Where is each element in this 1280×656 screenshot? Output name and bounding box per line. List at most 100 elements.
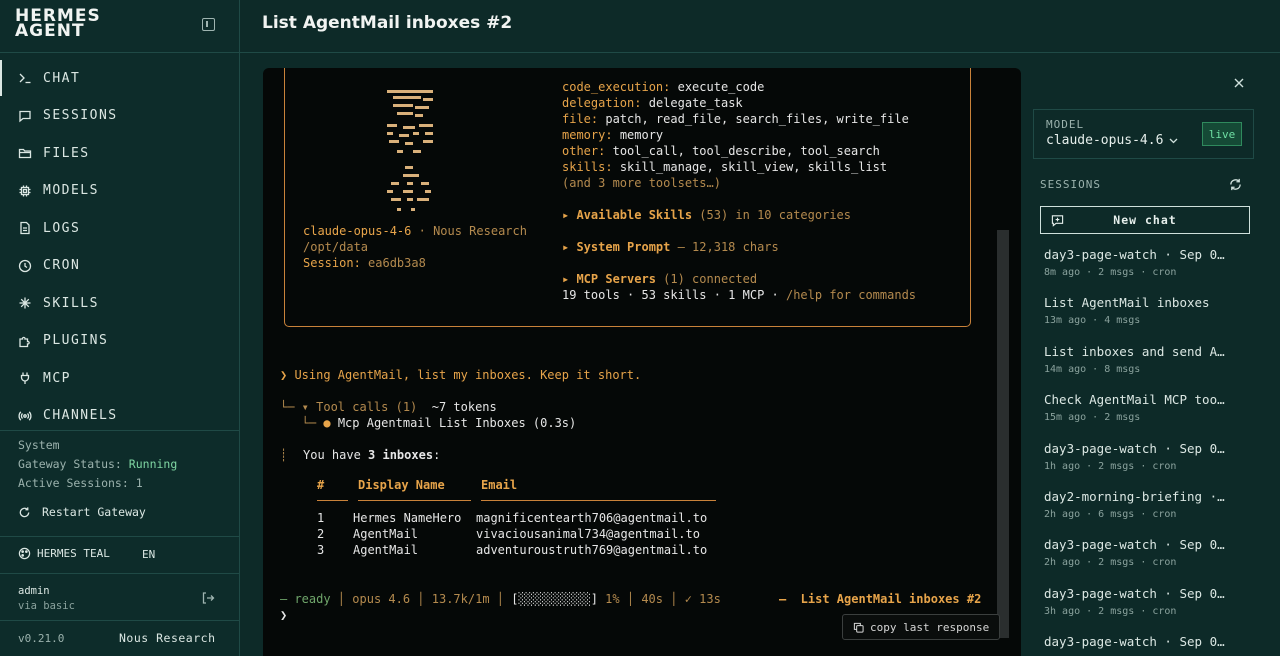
- nav-item-mcp[interactable]: MCP: [0, 360, 239, 396]
- user-prompt: ❯ Using AgentMail, list my inboxes. Keep…: [280, 368, 642, 382]
- refresh-icon[interactable]: [1229, 178, 1242, 191]
- table-cell: 1: [317, 511, 325, 525]
- tool-item-time: (0.3s): [525, 416, 577, 430]
- session-meta: 15m ago · 2 msgs: [1044, 412, 1141, 424]
- terminal-icon: [19, 73, 31, 84]
- toolset-line: code_execution: execute_code: [562, 79, 764, 95]
- prompt-heading: ▸ System Prompt: [562, 240, 671, 254]
- brand-line2: AGENT: [15, 21, 85, 41]
- new-chat-label: New chat: [1113, 213, 1177, 227]
- session-title: day3-page-watch · Sep 0…: [1044, 634, 1225, 650]
- session-meta: 2h ago · 2 msgs · cron: [1044, 557, 1177, 569]
- session-item[interactable]: day3-page-watch · Sep 0…: [1044, 634, 1244, 653]
- close-icon[interactable]: [1233, 77, 1245, 89]
- skills-heading: ▸ Available Skills: [562, 208, 693, 222]
- input-cursor[interactable]: ❯: [280, 607, 287, 623]
- nav-item-plugins[interactable]: PLUGINS: [0, 323, 239, 359]
- model-selector[interactable]: MODEL claude-opus-4.6 live: [1033, 109, 1254, 159]
- toolset-value: execute_code: [677, 80, 765, 94]
- session-item[interactable]: day2-morning-briefing ·… 2h ago · 6 msgs …: [1044, 489, 1244, 521]
- sessions-label: SESSIONS: [1040, 178, 1101, 191]
- copy-last-response-button[interactable]: copy last response: [842, 614, 1000, 640]
- help-hint: /help for commands: [785, 288, 917, 302]
- active-sessions: Active Sessions: 1: [18, 474, 177, 493]
- new-chat-button[interactable]: New chat: [1040, 206, 1250, 234]
- session-item[interactable]: List AgentMail inboxes 13m ago · 4 msgs: [1044, 295, 1244, 327]
- status-tokens: 13.7k/1m: [431, 592, 490, 606]
- scrollbar[interactable]: [997, 230, 1009, 638]
- session-item[interactable]: Check AgentMail MCP too… 15m ago · 2 msgs: [1044, 392, 1244, 424]
- table-cell: 3: [317, 543, 325, 557]
- model-value: claude-opus-4.6: [1046, 133, 1164, 148]
- table-header-cell: Display Name: [353, 478, 481, 501]
- session-label: Session:: [303, 256, 361, 270]
- session-line: Session: ea6db3a8: [303, 255, 426, 271]
- logout-icon[interactable]: [201, 591, 215, 605]
- session-item[interactable]: List inboxes and send A… 14m ago · 8 msgs: [1044, 344, 1244, 376]
- nav-item-cron[interactable]: CRON: [0, 248, 239, 284]
- tool-calls-prefix: └─ ▾: [280, 400, 317, 414]
- gateway-status-value: Running: [128, 457, 178, 471]
- session-meta: 1h ago · 2 msgs · cron: [1044, 460, 1177, 472]
- nav-item-chat[interactable]: CHAT: [0, 60, 239, 96]
- message-square-icon: [19, 110, 31, 122]
- session-item[interactable]: day3-page-watch · Sep 0… 8m ago · 2 msgs …: [1044, 247, 1244, 279]
- user-info: admin via basic: [18, 584, 75, 614]
- session-title: List AgentMail inboxes: [1044, 295, 1210, 311]
- language-switcher[interactable]: EN: [142, 548, 155, 561]
- sparkle-icon: [19, 297, 31, 309]
- copy-icon: [853, 622, 864, 633]
- table-header-cell: #: [317, 478, 358, 501]
- session-title: List inboxes and send A…: [1044, 343, 1225, 359]
- theme-switcher[interactable]: HERMES TEAL: [18, 547, 110, 560]
- status-progress-pct: 1%: [605, 592, 620, 606]
- nav-item-label: CHAT: [43, 70, 81, 86]
- reply-bar: ┊: [280, 448, 288, 462]
- collapse-sidebar-icon[interactable]: [202, 18, 215, 31]
- nav-item-label: SKILLS: [43, 295, 99, 311]
- mcp-detail: (1) connected: [655, 272, 758, 286]
- sidebar: HERMES AGENT CHAT SESSIONS FILES MODELS LOGS…: [0, 0, 240, 656]
- summary-line: 19 tools · 53 skills · 1 MCP · /help for…: [562, 287, 916, 303]
- version: v0.21.0: [18, 632, 65, 645]
- skills-line: ▸ Available Skills (53) in 10 categories: [562, 207, 851, 223]
- chat-terminal[interactable]: claude-opus-4-6 · Nous Research /opt/dat…: [263, 68, 1021, 656]
- session-item[interactable]: day3-page-watch · Sep 0… 3h ago · 2 msgs …: [1044, 586, 1244, 618]
- session-item[interactable]: day3-page-watch · Sep 0… 2h ago · 2 msgs …: [1044, 537, 1244, 569]
- nav-item-label: CRON: [43, 258, 81, 273]
- restart-gateway-label: Restart Gateway: [42, 505, 146, 519]
- session-title: Check AgentMail MCP too…: [1044, 392, 1225, 408]
- nav-item-skills[interactable]: SKILLS: [0, 285, 239, 321]
- tool-calls-line[interactable]: └─ ▾ Tool calls (1) ~7 tokens: [280, 399, 497, 415]
- restart-gateway-button[interactable]: Restart Gateway: [18, 505, 146, 519]
- nav-item-files[interactable]: FILES: [0, 135, 239, 171]
- status-model: opus 4.6: [352, 592, 411, 606]
- reply-pre: You have: [303, 448, 369, 462]
- nav-item-logs[interactable]: LOGS: [0, 210, 239, 246]
- live-badge: live: [1202, 122, 1242, 146]
- nav-item-label: SESSIONS: [43, 108, 118, 123]
- table-header-label: #: [317, 478, 325, 492]
- toolset-key: file:: [562, 112, 599, 126]
- nav-item-channels[interactable]: CHANNELS: [0, 398, 239, 434]
- session-meta: 8m ago · 2 msgs · cron: [1044, 267, 1177, 278]
- toolset-line: other: tool_call, tool_describe, tool_se…: [562, 143, 880, 159]
- chevron-down-icon: [1169, 138, 1178, 144]
- brand-logo: HERMES AGENT: [15, 8, 101, 41]
- nav-item-label: MODELS: [43, 183, 99, 198]
- nav-item-models[interactable]: MODELS: [0, 173, 239, 209]
- header-divider: [240, 52, 1280, 53]
- reply-bold: 3 inboxes: [368, 448, 434, 462]
- session-item[interactable]: day3-page-watch · Sep 0… 1h ago · 2 msgs …: [1044, 441, 1244, 473]
- table-cell: magnificentearth706@agentmail.to: [476, 511, 708, 525]
- mcp-line: ▸ MCP Servers (1) connected: [562, 271, 757, 287]
- toolset-value: memory: [619, 128, 664, 142]
- nav-item-sessions[interactable]: SESSIONS: [0, 98, 239, 134]
- status-check: ✓ 13s: [684, 592, 721, 606]
- file-text-icon: [20, 221, 30, 235]
- table-cell: 2: [317, 527, 325, 541]
- model-vendor: Nous Research: [433, 224, 527, 238]
- table-spacer: [317, 500, 716, 510]
- toolset-key: other:: [562, 144, 606, 158]
- clock-icon: [18, 259, 32, 272]
